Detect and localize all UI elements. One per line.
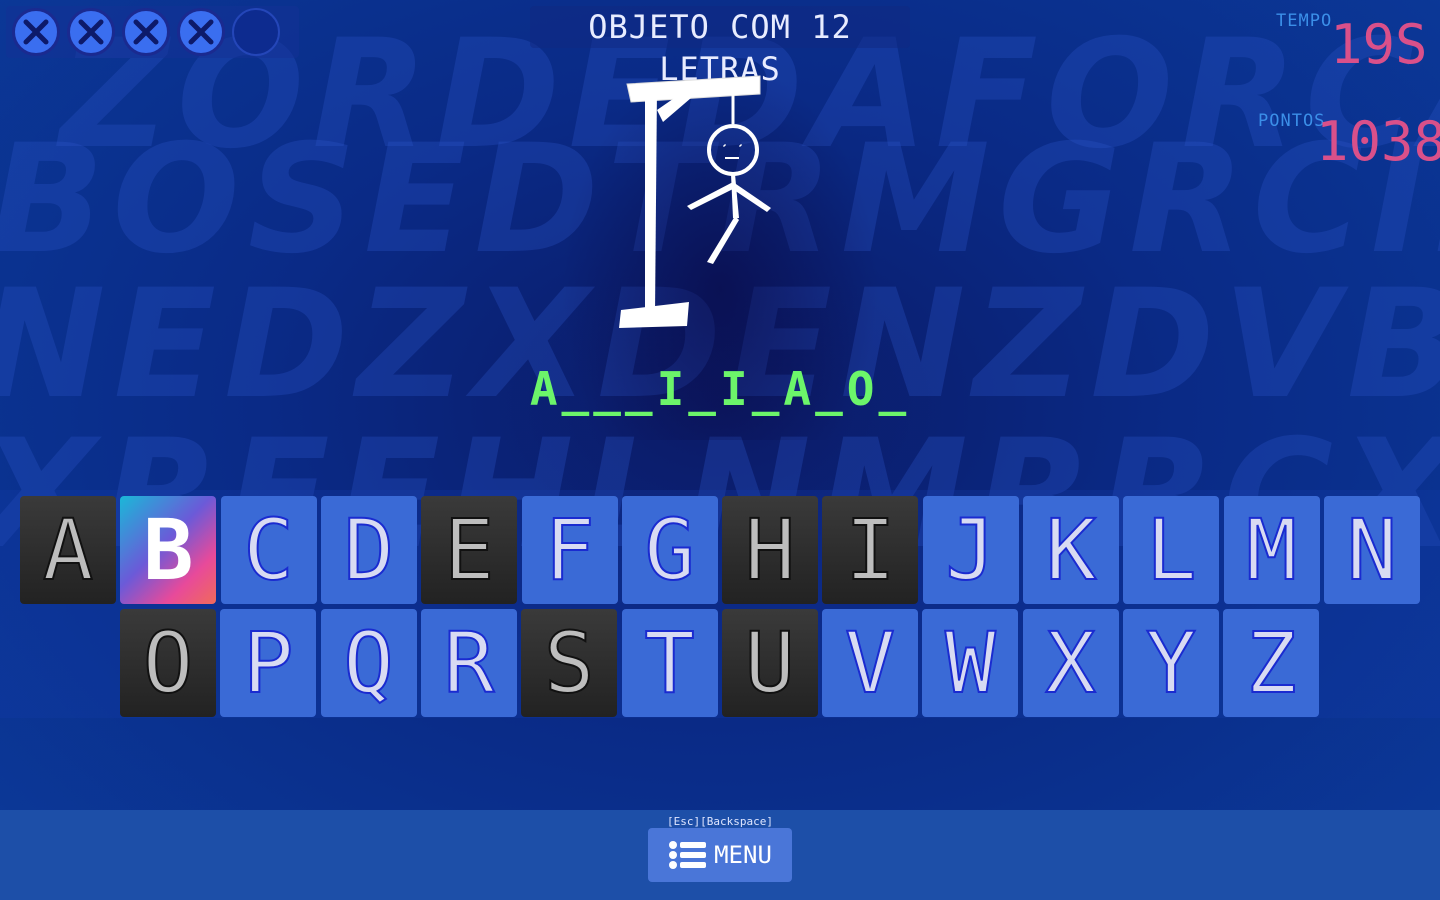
key-j[interactable]: J [922,496,1019,604]
life-lost-icon [67,8,115,56]
key-b[interactable]: B [120,496,217,604]
key-x[interactable]: X [1022,609,1119,717]
key-u[interactable]: U [721,609,818,717]
key-z[interactable]: Z [1223,609,1320,717]
key-s[interactable]: S [521,609,618,717]
key-n[interactable]: N [1323,496,1420,604]
key-p[interactable]: P [220,609,317,717]
gallows-structure [619,75,761,328]
key-h[interactable]: H [722,496,819,604]
key-g[interactable]: G [621,496,718,604]
menu-button[interactable]: MENU [648,828,792,882]
word-progress: A___I_I_A_O_ [529,362,911,416]
key-y[interactable]: Y [1123,609,1219,717]
key-d[interactable]: D [320,496,417,604]
key-l[interactable]: L [1123,496,1220,604]
life-lost-icon [12,8,60,56]
key-q[interactable]: Q [320,609,417,717]
key-o[interactable]: O [120,609,216,717]
key-e[interactable]: E [421,496,518,604]
life-lost-icon [177,8,225,56]
time-label: TEMPO [1276,11,1333,31]
life-remaining-icon [232,8,280,56]
key-k[interactable]: K [1023,496,1119,604]
key-r[interactable]: R [420,609,517,717]
menu-label: MENU [714,841,772,869]
key-c[interactable]: C [220,496,317,604]
gallows-figure [619,75,771,328]
score-value: 1038 [1316,110,1440,173]
life-lost-icon [122,8,170,56]
key-v[interactable]: V [822,609,919,717]
key-a[interactable]: A [20,496,116,604]
key-w[interactable]: W [922,609,1019,717]
list-icon [669,841,707,869]
word-category: OBJETO COM 12 LETRAS [530,6,910,88]
key-t[interactable]: T [621,609,718,717]
shortcut-hint: [Esc][Backspace] [667,815,773,828]
key-i[interactable]: I [822,496,919,604]
hanged-man [687,124,771,264]
lives-indicator [6,6,299,58]
key-f[interactable]: F [521,496,618,604]
time-value: 19S [1330,13,1428,76]
key-m[interactable]: M [1223,496,1320,604]
